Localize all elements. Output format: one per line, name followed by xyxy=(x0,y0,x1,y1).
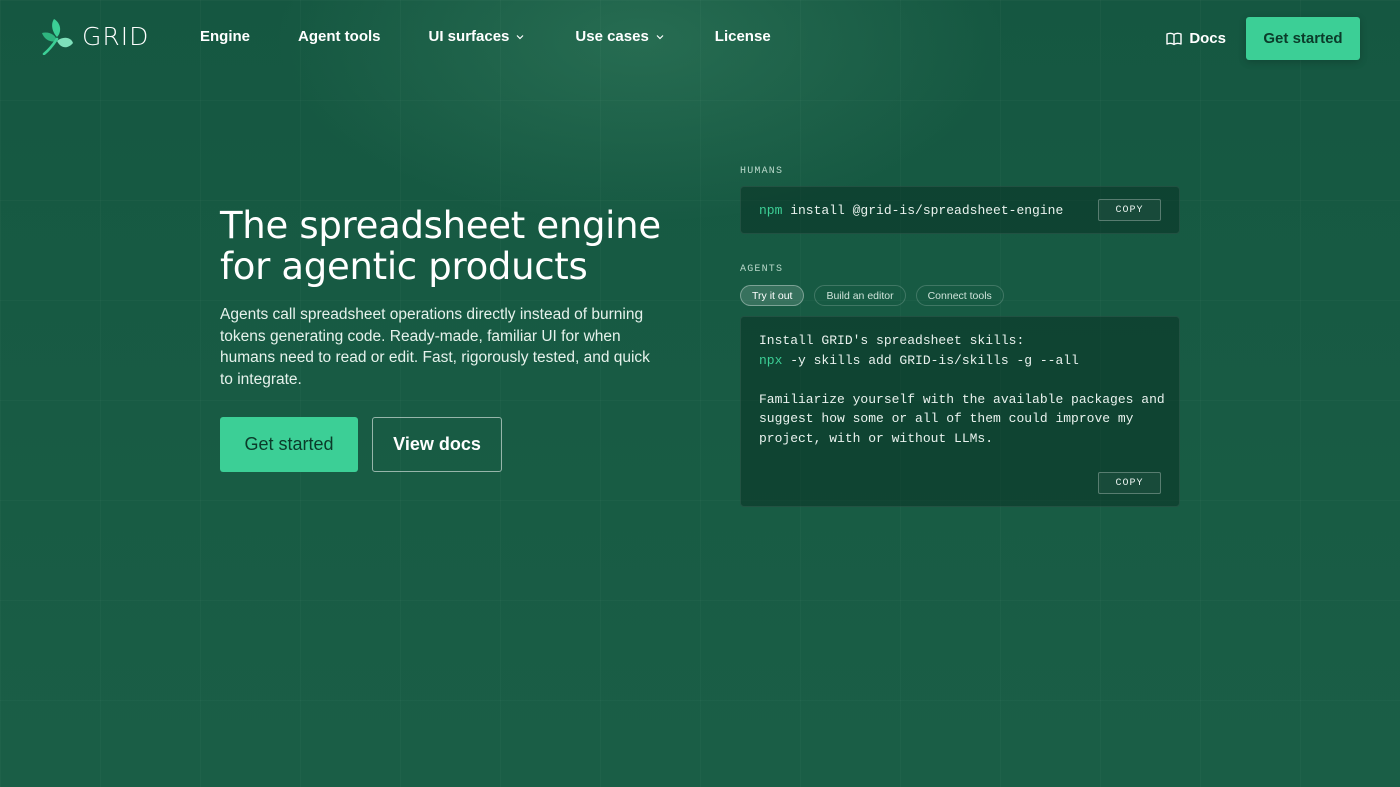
get-started-button[interactable]: Get started xyxy=(220,417,358,472)
npx-keyword: npx xyxy=(759,352,783,368)
chevron-down-icon xyxy=(656,34,664,39)
nav-license-label: License xyxy=(714,28,771,45)
grid-leaf-logo-icon xyxy=(42,19,73,55)
docs-link[interactable]: Docs xyxy=(1166,30,1226,47)
nav-use-cases[interactable]: Use cases xyxy=(575,28,664,45)
nav-actions: Docs Get started xyxy=(1166,17,1360,60)
hero-title-line-2: for agentic products xyxy=(220,245,588,288)
background-grid xyxy=(0,0,1400,787)
nav-use-cases-label: Use cases xyxy=(575,28,649,45)
hero-title: The spreadsheet engine for agentic produ… xyxy=(220,205,680,287)
humans-code-block: npm install @grid-is/spreadsheet-engine … xyxy=(740,186,1180,234)
install-panel: HUMANS npm install @grid-is/spreadsheet-… xyxy=(740,166,1180,507)
hero: The spreadsheet engine for agentic produ… xyxy=(220,205,680,472)
get-started-nav-button[interactable]: Get started xyxy=(1246,17,1360,60)
nav-license[interactable]: License xyxy=(715,28,771,45)
tab-try-it-out[interactable]: Try it out xyxy=(740,285,805,306)
nav-ui-surfaces[interactable]: UI surfaces xyxy=(429,28,526,45)
primary-nav: Engine Agent tools UI surfaces Use cases… xyxy=(200,28,771,45)
humans-label: HUMANS xyxy=(740,166,784,177)
view-docs-button[interactable]: View docs xyxy=(372,417,502,472)
docs-label: Docs xyxy=(1189,30,1226,47)
agents-line-3: Familiarize yourself with the available … xyxy=(759,391,1165,407)
agents-code-block: Install GRID's spreadsheet skills: npx -… xyxy=(740,316,1180,507)
npm-keyword: npm xyxy=(759,202,783,218)
agents-tabs: Try it out Build an editor Connect tools xyxy=(740,285,1180,306)
logo[interactable]: GRID xyxy=(40,17,149,55)
top-nav: GRID Engine Agent tools UI surfaces Use … xyxy=(0,0,1400,76)
tab-connect-tools[interactable]: Connect tools xyxy=(915,285,1004,306)
nav-ui-surfaces-label: UI surfaces xyxy=(428,28,510,45)
agents-line-4: suggest how some or all of them could im… xyxy=(759,411,1134,426)
nav-engine-label: Engine xyxy=(200,28,251,45)
chevron-down-icon xyxy=(516,34,524,39)
logo-text: GRID xyxy=(82,21,150,51)
npm-command-rest: install @grid-is/spreadsheet-engine xyxy=(782,202,1064,218)
npm-install-command[interactable]: npm install @grid-is/spreadsheet-engine xyxy=(759,203,1063,218)
nav-agent-tools-label: Agent tools xyxy=(298,28,381,45)
nav-engine[interactable]: Engine xyxy=(200,28,250,45)
agents-line-5: project, with or without LLMs. xyxy=(759,430,994,446)
hero-title-line-1: The spreadsheet engine xyxy=(220,204,661,247)
copy-npm-button[interactable]: COPY xyxy=(1098,199,1161,221)
hero-subtitle: Agents call spreadsheet operations direc… xyxy=(220,306,650,388)
agents-line-2: npx -y skills add GRID-is/skills -g --al… xyxy=(759,351,1161,371)
nav-agent-tools[interactable]: Agent tools xyxy=(298,28,381,45)
book-icon xyxy=(1166,32,1183,45)
agents-label: AGENTS xyxy=(740,264,784,275)
copy-agents-button[interactable]: COPY xyxy=(1098,472,1161,494)
tab-build-an-editor[interactable]: Build an editor xyxy=(814,285,906,306)
hero-actions: Get started View docs xyxy=(220,417,680,472)
npx-command-rest: -y skills add GRID-is/skills -g --all xyxy=(782,352,1079,368)
agents-line-1: Install GRID's spreadsheet skills: xyxy=(759,333,1025,348)
